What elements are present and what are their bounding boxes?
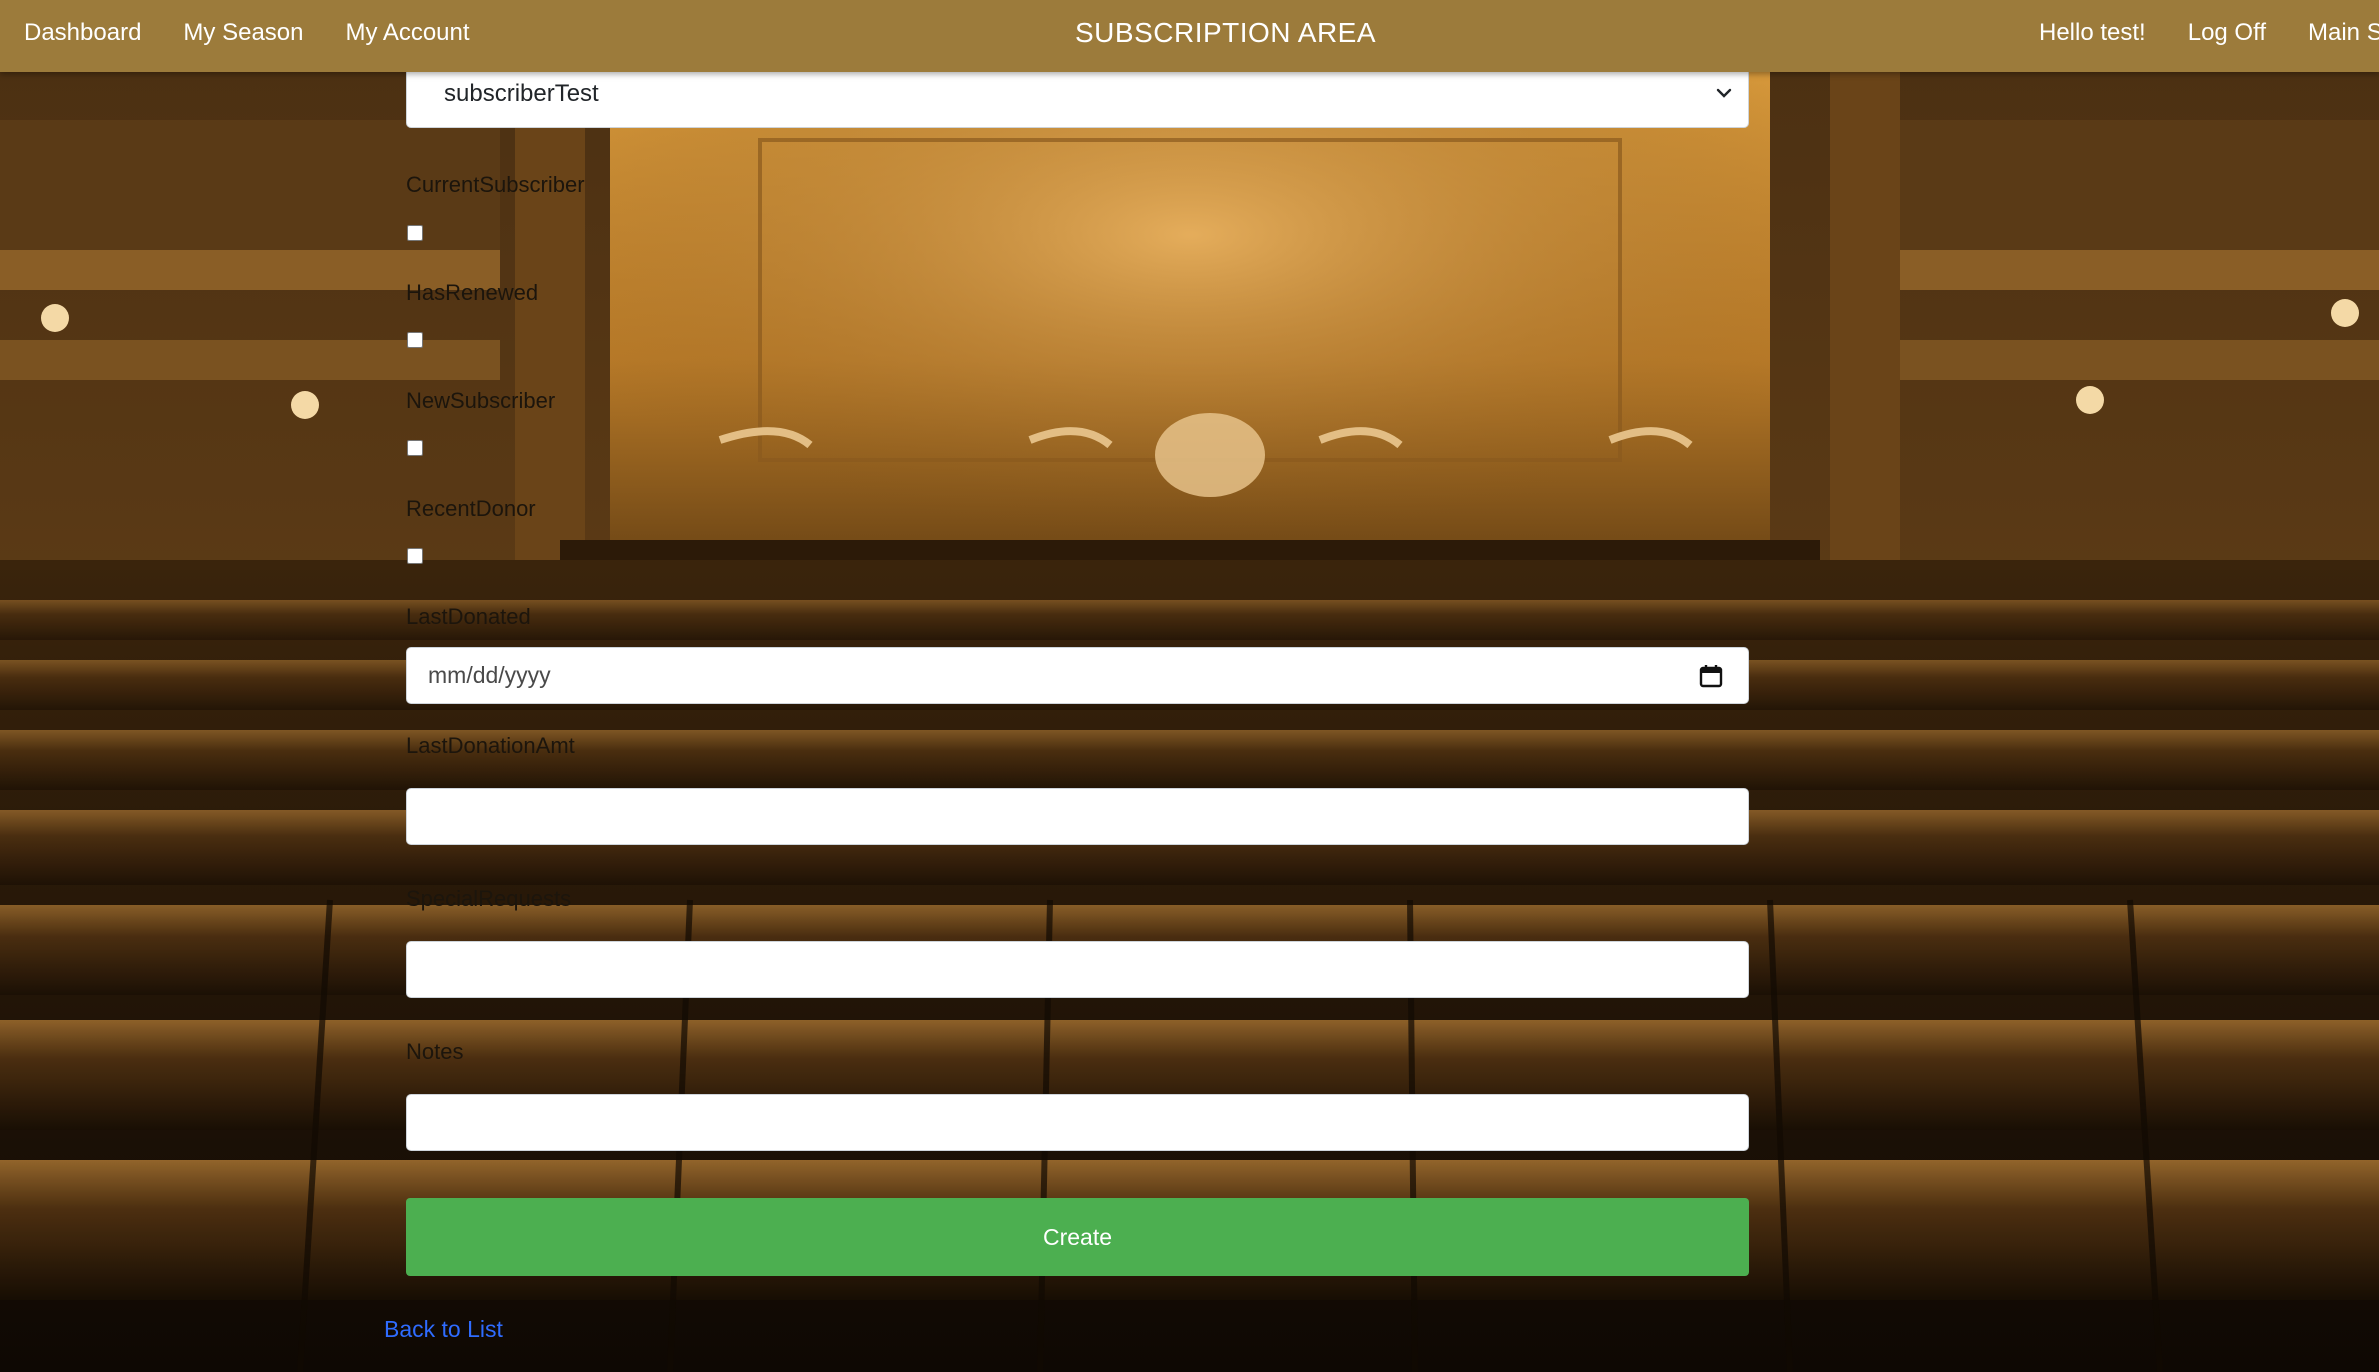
last-donated-date-input[interactable]: mm/dd/yyyy [406, 647, 1749, 704]
top-navbar: Dashboard My Season My Account SUBSCRIPT… [0, 0, 2379, 72]
last-donated-label: LastDonated [406, 604, 531, 629]
current-subscriber-checkbox[interactable] [407, 225, 423, 241]
back-to-list-link[interactable]: Back to List [384, 1316, 503, 1343]
calendar-icon[interactable] [1698, 663, 1724, 689]
nav-logoff-link[interactable]: Log Off [2188, 19, 2266, 47]
create-button[interactable]: Create [406, 1198, 1749, 1276]
nav-right-links: Hello test! Log Off Main S [2039, 0, 2379, 66]
subscriber-select-value: subscriberTest [444, 80, 599, 107]
special-requests-input[interactable] [406, 941, 1749, 998]
new-subscriber-checkbox[interactable] [407, 440, 423, 456]
recent-donor-checkbox[interactable] [407, 548, 423, 564]
new-subscriber-label: NewSubscriber [406, 388, 556, 413]
nav-left-links: Dashboard My Season My Account [24, 0, 512, 66]
nav-link-my-account[interactable]: My Account [345, 19, 469, 47]
page-title: SUBSCRIPTION AREA [1075, 17, 1377, 48]
special-requests-label: SpecialRequests [406, 886, 572, 911]
nav-link-my-season[interactable]: My Season [183, 19, 303, 47]
notes-label: Notes [406, 1039, 464, 1064]
has-renewed-label: HasRenewed [406, 280, 539, 305]
nav-link-dashboard[interactable]: Dashboard [24, 19, 141, 47]
nav-main-link[interactable]: Main S [2308, 19, 2379, 47]
last-donated-placeholder: mm/dd/yyyy [428, 662, 551, 688]
current-subscriber-label: CurrentSubscriber [406, 172, 585, 197]
last-donation-amt-label: LastDonationAmt [406, 733, 575, 758]
chevron-down-icon [1716, 88, 1732, 98]
recent-donor-label: RecentDonor [406, 496, 536, 521]
nav-greeting-link[interactable]: Hello test! [2039, 19, 2146, 47]
notes-input[interactable] [406, 1094, 1749, 1151]
has-renewed-checkbox[interactable] [407, 332, 423, 348]
last-donation-amt-input[interactable] [406, 788, 1749, 845]
